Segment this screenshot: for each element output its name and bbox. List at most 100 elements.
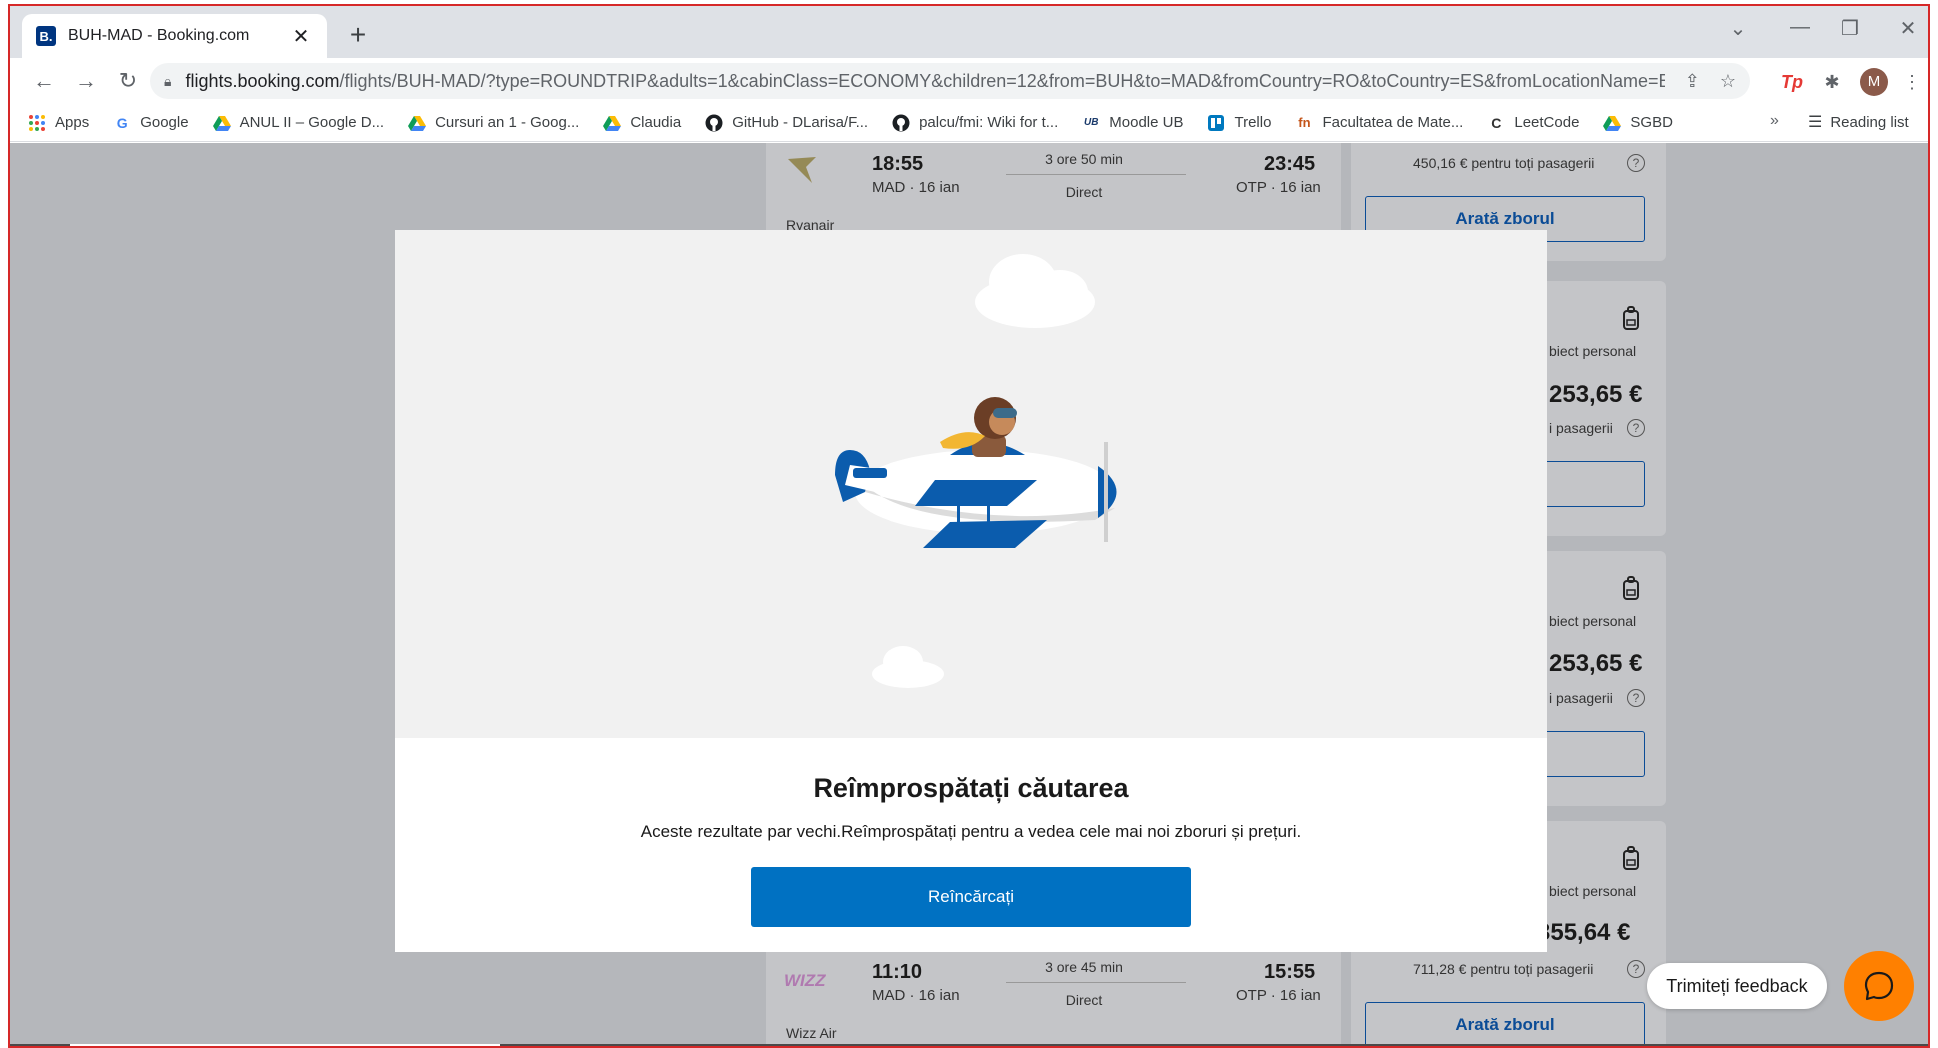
bookmark-anul-ii[interactable]: ANUL II – Google D... bbox=[212, 114, 385, 132]
bookmark-facultatea[interactable]: fn Facultatea de Mate... bbox=[1295, 114, 1463, 132]
forward-arrow-icon[interactable]: → bbox=[66, 61, 106, 101]
info-icon[interactable]: ? bbox=[1627, 154, 1645, 172]
browser-window: B. BUH-MAD - Booking.com ✕ + ⌄ — ❐ ✕ ← →… bbox=[8, 4, 1930, 1048]
backpack-icon bbox=[1623, 576, 1639, 600]
refresh-search-modal: Reîmprospătați căutarea Aceste rezultate… bbox=[395, 230, 1547, 952]
depart-meta: MAD · 16 ian bbox=[872, 987, 960, 1004]
bookmark-github-dlarisa[interactable]: GitHub - DLarisa/F... bbox=[705, 114, 868, 132]
extensions-puzzle-icon[interactable]: ✱ bbox=[1818, 68, 1846, 96]
flight-card-top: 18:55 MAD · 16 ian 3 ore 50 min Direct 2… bbox=[766, 143, 1341, 243]
new-tab-icon[interactable]: + bbox=[340, 18, 376, 54]
drive-icon bbox=[603, 115, 622, 131]
tab-booking[interactable]: B. BUH-MAD - Booking.com ✕ bbox=[22, 14, 327, 58]
bookmark-palcu-fmi[interactable]: palcu/fmi: Wiki for t... bbox=[892, 114, 1058, 132]
tp-extension-icon[interactable]: Tp bbox=[1778, 68, 1806, 96]
pax-text: i pasagerii bbox=[1549, 690, 1613, 706]
price: 253,65 € bbox=[1549, 381, 1643, 408]
trello-icon bbox=[1208, 114, 1225, 131]
bookmark-label: Google bbox=[140, 114, 189, 131]
bookmark-google[interactable]: G Google bbox=[113, 114, 189, 132]
backpack-icon bbox=[1623, 846, 1639, 870]
minimize-icon[interactable]: — bbox=[1780, 16, 1820, 39]
chat-bubble-icon bbox=[1864, 971, 1894, 1001]
bag-text: biect personal bbox=[1549, 613, 1637, 629]
menu-kebab-icon[interactable]: ⋮ bbox=[1898, 68, 1926, 96]
reading-list-label: Reading list bbox=[1830, 113, 1909, 131]
reading-list-button[interactable]: ☰ Reading list bbox=[1808, 112, 1909, 132]
airline-name: Wizz Air bbox=[786, 1025, 837, 1041]
bookmarks-overflow-icon[interactable]: » bbox=[1770, 112, 1779, 130]
info-icon[interactable]: ? bbox=[1627, 419, 1645, 437]
bookmark-label: Apps bbox=[55, 114, 90, 131]
drive-icon bbox=[408, 115, 427, 131]
bookmark-apps[interactable]: Apps bbox=[28, 114, 89, 132]
price: 355,64 € bbox=[1537, 919, 1631, 946]
bag-text: biect personal bbox=[1549, 883, 1637, 899]
close-window-icon[interactable]: ✕ bbox=[1888, 16, 1928, 41]
modal-description: Aceste rezultate par vechi.Reîmprospătaț… bbox=[640, 822, 1302, 841]
airplane-pilot-illustration bbox=[835, 254, 1117, 688]
bookmark-label: Moodle UB bbox=[1109, 114, 1184, 131]
bookmark-label: LeetCode bbox=[1514, 114, 1580, 131]
bookmark-leetcode[interactable]: C LeetCode bbox=[1487, 114, 1579, 132]
bookmark-sgbd[interactable]: SGBD bbox=[1603, 114, 1673, 132]
route-line bbox=[1006, 982, 1186, 983]
back-arrow-icon[interactable]: ← bbox=[24, 61, 64, 101]
booking-favicon-icon: B. bbox=[36, 26, 56, 46]
github-icon bbox=[892, 114, 910, 131]
tab-close-icon[interactable]: ✕ bbox=[289, 24, 313, 49]
bookmark-moodle[interactable]: UB Moodle UB bbox=[1082, 114, 1183, 132]
total-price-text: 711,28 € pentru toți pasagerii bbox=[1413, 961, 1594, 977]
total-price-text: 450,16 € pentru toți pasagerii bbox=[1413, 155, 1595, 171]
info-icon[interactable]: ? bbox=[1627, 960, 1645, 978]
bookmarks-bar: Apps G Google ANUL II – Google D... Curs… bbox=[10, 104, 1928, 142]
restore-icon[interactable]: ❐ bbox=[1830, 16, 1870, 41]
stops: Direct bbox=[1065, 184, 1103, 200]
ryanair-logo-icon bbox=[788, 157, 816, 183]
bag-text: biect personal bbox=[1549, 343, 1637, 359]
address-bar[interactable]: 🔒︎ flights.booking.com/flights/BUH-MAD/?… bbox=[150, 63, 1750, 99]
bookmark-label: Facultatea de Mate... bbox=[1322, 114, 1464, 131]
tab-strip: B. BUH-MAD - Booking.com ✕ + ⌄ — ❐ ✕ bbox=[10, 6, 1928, 58]
drive-icon bbox=[212, 115, 231, 131]
ub-icon: UB bbox=[1084, 116, 1099, 128]
share-icon[interactable]: ⇪ bbox=[1685, 71, 1700, 92]
duration: 3 ore 45 min bbox=[1045, 959, 1123, 975]
taskbar-segment bbox=[70, 1044, 500, 1046]
price: 253,65 € bbox=[1549, 650, 1643, 677]
bookmark-claudia[interactable]: Claudia bbox=[603, 114, 681, 132]
info-icon[interactable]: ? bbox=[1627, 689, 1645, 707]
reload-button[interactable]: Reîncărcați bbox=[751, 867, 1191, 927]
show-flight-button[interactable]: Arată zborul bbox=[1365, 1002, 1645, 1046]
page-overlay: 18:55 MAD · 16 ian 3 ore 50 min Direct 2… bbox=[10, 143, 1928, 1046]
chat-button[interactable] bbox=[1844, 951, 1914, 1021]
bookmark-star-icon[interactable]: ☆ bbox=[1720, 71, 1736, 92]
url-path: /flights/BUH-MAD/?type=ROUNDTRIP&adults=… bbox=[339, 70, 1665, 91]
bookmark-label: Trello bbox=[1234, 114, 1272, 131]
modal-title: Reîmprospătați căutarea bbox=[813, 773, 1129, 803]
depart-time: 11:10 bbox=[872, 961, 923, 983]
arrive-meta: OTP · 16 ian bbox=[1236, 179, 1321, 196]
arrive-time: 15:55 bbox=[1264, 961, 1316, 983]
feedback-button[interactable]: Trimiteți feedback bbox=[1647, 963, 1827, 1009]
arrive-meta: OTP · 16 ian bbox=[1236, 987, 1321, 1004]
taskbar-strip bbox=[10, 1044, 1928, 1046]
bookmark-label: Claudia bbox=[630, 114, 682, 131]
bookmark-label: GitHub - DLarisa/F... bbox=[732, 114, 869, 131]
bookmark-trello[interactable]: Trello bbox=[1207, 114, 1271, 132]
reload-icon[interactable]: ↻ bbox=[108, 61, 148, 101]
tab-search-icon[interactable]: ⌄ bbox=[1718, 16, 1758, 41]
google-icon: G bbox=[116, 114, 128, 131]
reading-list-icon: ☰ bbox=[1808, 114, 1823, 131]
modal-illustration bbox=[395, 230, 1547, 738]
github-icon bbox=[705, 114, 723, 131]
fmi-icon: fn bbox=[1298, 114, 1311, 130]
lock-icon: 🔒︎ bbox=[164, 72, 172, 89]
bookmark-label: ANUL II – Google D... bbox=[239, 114, 385, 131]
bookmark-cursuri[interactable]: Cursuri an 1 - Goog... bbox=[408, 114, 579, 132]
bookmark-label: palcu/fmi: Wiki for t... bbox=[919, 114, 1059, 131]
profile-avatar[interactable]: M bbox=[1860, 68, 1888, 96]
url-text: flights.booking.com/flights/BUH-MAD/?typ… bbox=[185, 71, 1664, 92]
url-host: flights.booking.com bbox=[185, 70, 340, 91]
wizzair-logo-icon: WIZZ bbox=[784, 971, 826, 990]
